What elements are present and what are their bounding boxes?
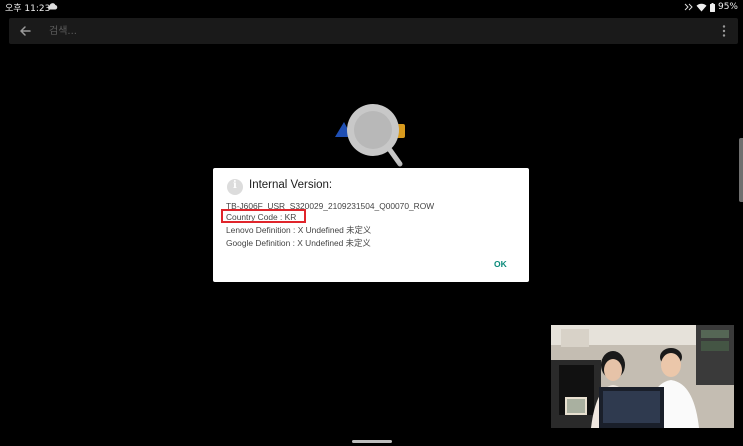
wifi-icon: [696, 3, 707, 12]
battery-icon: [709, 2, 715, 12]
lenovo-definition-line: Lenovo Definition : X Undefined 未定义: [226, 225, 372, 235]
edge-panel-handle[interactable]: [739, 138, 743, 202]
dialog-title: Internal Version:: [249, 179, 333, 191]
gesture-nav-handle[interactable]: [352, 440, 392, 443]
internal-version-dialog: Internal Version: TB-J606F_USR_S320029_2…: [213, 168, 529, 282]
more-options-icon[interactable]: [722, 25, 726, 37]
search-input[interactable]: [49, 22, 689, 40]
empty-search-illustration-icon: [335, 104, 405, 167]
status-icons: 95%: [684, 1, 738, 13]
country-code-highlight: [221, 209, 306, 223]
status-time: 오후 11:23: [5, 4, 51, 14]
info-icon: [227, 179, 243, 195]
battery-percent: 95%: [717, 2, 738, 12]
cloud-icon: [47, 3, 58, 10]
ok-button[interactable]: OK: [494, 259, 507, 269]
status-bar: 오후 11:23 95%: [0, 0, 743, 14]
search-bar: [9, 18, 738, 44]
back-arrow-icon[interactable]: [18, 24, 32, 38]
google-definition-line: Google Definition : X Undefined 未定义: [226, 238, 371, 248]
webcam-overlay-image: [551, 325, 734, 428]
sync-icon: [684, 3, 693, 10]
